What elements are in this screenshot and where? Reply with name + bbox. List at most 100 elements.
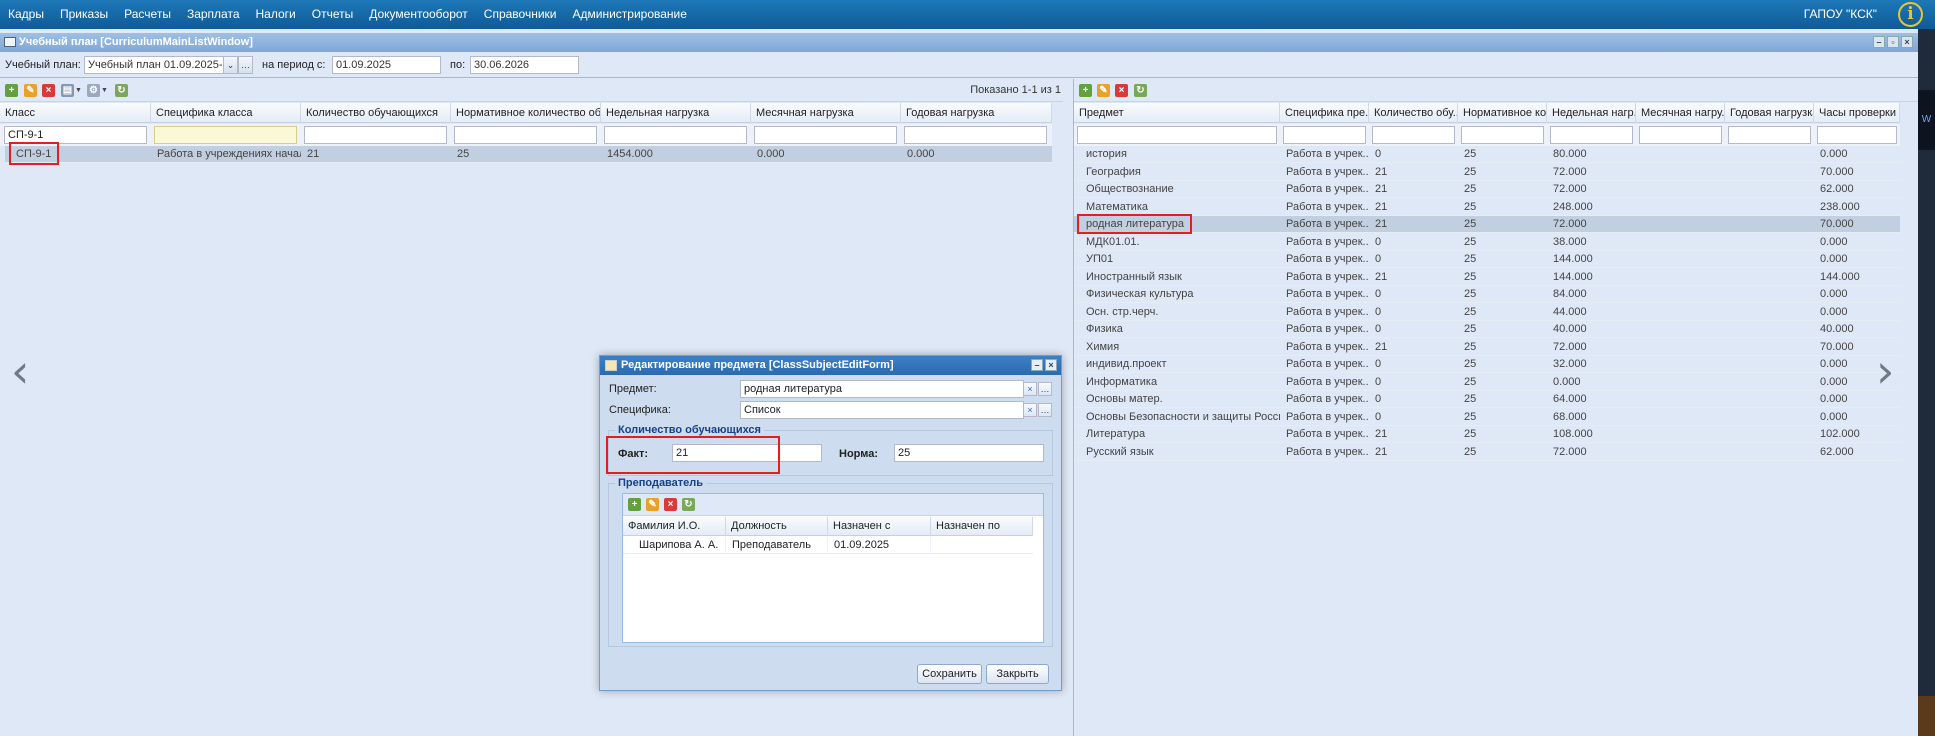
yearly-filter-input[interactable] <box>1728 126 1811 144</box>
yearly-filter-input[interactable] <box>904 126 1047 144</box>
scroll-thumb[interactable] <box>1918 696 1935 736</box>
col-header-monthly[interactable]: Месячная нагрузка <box>751 103 901 123</box>
period-to-field[interactable]: 30.06.2026 <box>470 56 579 74</box>
col-header-class[interactable]: Класс <box>0 103 151 123</box>
col-header-weekly[interactable]: Недельная нагрузка <box>601 103 751 123</box>
menu-item-zarplata[interactable]: Зарплата <box>179 0 248 29</box>
spec-filter-input[interactable] <box>154 126 297 144</box>
menu-item-dokumentooborot[interactable]: Документооборот <box>361 0 476 29</box>
check-hours-filter-input[interactable] <box>1817 126 1897 144</box>
table-row[interactable]: Химия Работа в учрек... 21 25 72.000 70.000 <box>1074 339 1900 356</box>
chevron-right-icon[interactable]: › <box>1876 348 1894 394</box>
table-row[interactable]: Обществознание Работа в учрек... 21 25 72.00… <box>1074 181 1900 198</box>
monthly-filter-input[interactable] <box>1639 126 1722 144</box>
table-row[interactable]: Литература Работа в учрек... 21 25 108.000 10… <box>1074 426 1900 443</box>
print-icon[interactable]: ▤ <box>61 84 74 97</box>
col-header-check-hours[interactable]: Часы проверки ... <box>1814 103 1900 123</box>
refresh-icon[interactable]: ↻ <box>1134 84 1147 97</box>
table-row[interactable]: МДК01.01. Работа в учрек... 0 25 38.000 0.000 <box>1074 234 1900 251</box>
table-row[interactable]: Физика Работа в учрек... 0 25 40.000 40.000 <box>1074 321 1900 338</box>
close-button[interactable]: Закрыть <box>986 664 1049 684</box>
table-row[interactable]: Русский язык Работа в учрек... 21 25 72.000 6… <box>1074 444 1900 461</box>
minimize-icon[interactable]: – <box>1031 359 1043 371</box>
col-header-assigned-to[interactable]: Назначен по <box>931 517 1033 536</box>
more-icon[interactable]: … <box>238 56 253 74</box>
menu-item-nalogi[interactable]: Налоги <box>248 0 304 29</box>
monthly-filter-input[interactable] <box>754 126 897 144</box>
col-header-norm-students[interactable]: Нормативное количество обуч... <box>451 103 601 123</box>
table-row[interactable]: Осн. стр.черч. Работа в учрек... 0 25 44.000… <box>1074 304 1900 321</box>
col-header-yearly[interactable]: Годовая нагрузка <box>1725 103 1814 123</box>
table-row[interactable]: Шарипова А. А. Преподаватель 01.09.2025 <box>623 537 1033 554</box>
subject-filter-input[interactable] <box>1077 126 1277 144</box>
table-row[interactable]: Физическая культура Работа в учрек... 0 25 8… <box>1074 286 1900 303</box>
col-header-position[interactable]: Должность <box>726 517 828 536</box>
menu-item-otchety[interactable]: Отчеты <box>304 0 361 29</box>
table-row[interactable]: СП-9-1 Работа в учреждениях началь... 21… <box>5 146 1052 163</box>
students-filter-input[interactable] <box>304 126 447 144</box>
col-header-students[interactable]: Количество обучающихся <box>301 103 451 123</box>
col-header-yearly[interactable]: Годовая нагрузка <box>901 103 1052 123</box>
table-row[interactable]: Математика Работа в учрек... 21 25 248.000 23… <box>1074 199 1900 216</box>
col-header-subject[interactable]: Предмет <box>1074 103 1280 123</box>
edit-icon[interactable]: ✎ <box>1097 84 1110 97</box>
chevron-down-icon[interactable]: ⌄ <box>223 56 238 74</box>
norm-field[interactable]: 25 <box>894 444 1044 462</box>
side-panel-tab[interactable]: W <box>1918 90 1935 150</box>
table-row[interactable]: УП01 Работа в учрек... 0 25 144.000 0.000 <box>1074 251 1900 268</box>
table-row[interactable]: Основы Безопасности и защиты России Работ… <box>1074 409 1900 426</box>
col-header-assigned-from[interactable]: Назначен с <box>828 517 931 536</box>
settings-icon[interactable]: ⚙ <box>87 84 100 97</box>
more-icon[interactable]: … <box>1038 403 1052 417</box>
more-icon[interactable]: … <box>1038 382 1052 396</box>
col-header-count[interactable]: Количество обу... <box>1369 103 1458 123</box>
col-header-teacher-name[interactable]: Фамилия И.О. <box>623 517 726 536</box>
period-from-field[interactable]: 01.09.2025 <box>332 56 441 74</box>
add-icon[interactable]: + <box>1079 84 1092 97</box>
menu-item-spravochniki[interactable]: Справочники <box>476 0 565 29</box>
delete-icon[interactable]: × <box>42 84 55 97</box>
menu-item-administrirovanie[interactable]: Администрирование <box>565 0 695 29</box>
table-row[interactable]: Основы матер. Работа в учрек... 0 25 64.000 0… <box>1074 391 1900 408</box>
add-icon[interactable]: + <box>5 84 18 97</box>
close-icon[interactable]: × <box>1901 36 1913 48</box>
delete-icon[interactable]: × <box>664 498 677 511</box>
menu-item-prikazy[interactable]: Приказы <box>52 0 116 29</box>
chevron-down-icon[interactable]: ▼ <box>101 87 108 94</box>
spec-field[interactable]: Список <box>740 401 1024 419</box>
weekly-filter-input[interactable] <box>604 126 747 144</box>
edit-icon[interactable]: ✎ <box>24 84 37 97</box>
table-row[interactable]: Иностранный язык Работа в учрек... 21 25 144… <box>1074 269 1900 286</box>
col-header-class-spec[interactable]: Специфика класса <box>151 103 301 123</box>
chevron-left-icon[interactable]: ‹ <box>11 348 29 394</box>
refresh-icon[interactable]: ↻ <box>115 84 128 97</box>
table-row[interactable]: География Работа в учрек... 21 25 72.000 70.0… <box>1074 164 1900 181</box>
menu-item-raschety[interactable]: Расчеты <box>116 0 179 29</box>
table-row[interactable]: история Работа в учрек... 0 25 80.000 0.000 <box>1074 146 1900 163</box>
edit-icon[interactable]: ✎ <box>646 498 659 511</box>
table-row[interactable]: Информатика Работа в учрек... 0 25 0.000 0.00… <box>1074 374 1900 391</box>
count-filter-input[interactable] <box>1372 126 1455 144</box>
spec-filter-input[interactable] <box>1283 126 1366 144</box>
delete-icon[interactable]: × <box>1115 84 1128 97</box>
subject-field[interactable]: родная литература <box>740 380 1024 398</box>
col-header-norm[interactable]: Нормативное ко... <box>1458 103 1547 123</box>
close-icon[interactable]: × <box>1045 359 1057 371</box>
save-button[interactable]: Сохранить <box>917 664 982 684</box>
clear-icon[interactable]: × <box>1023 382 1037 396</box>
plan-select[interactable]: Учебный план 01.09.2025-30 <box>84 56 224 74</box>
table-row[interactable]: родная литература Работа в учрек... 21 25 72… <box>1074 216 1900 233</box>
norm-filter-input[interactable] <box>1461 126 1544 144</box>
menu-item-kadry[interactable]: Кадры <box>0 0 52 29</box>
refresh-icon[interactable]: ↻ <box>682 498 695 511</box>
restore-icon[interactable]: ▫ <box>1887 36 1899 48</box>
col-header-monthly[interactable]: Месячная нагру... <box>1636 103 1725 123</box>
clear-icon[interactable]: × <box>1023 403 1037 417</box>
table-row[interactable]: индивид.проект Работа в учрек... 0 25 32.000… <box>1074 356 1900 373</box>
info-icon[interactable]: i <box>1898 2 1923 27</box>
col-header-subject-spec[interactable]: Специфика пре... <box>1280 103 1369 123</box>
col-header-weekly[interactable]: Недельная нагр... <box>1547 103 1636 123</box>
add-icon[interactable]: + <box>628 498 641 511</box>
chevron-down-icon[interactable]: ▼ <box>75 87 82 94</box>
minimize-icon[interactable]: – <box>1873 36 1885 48</box>
